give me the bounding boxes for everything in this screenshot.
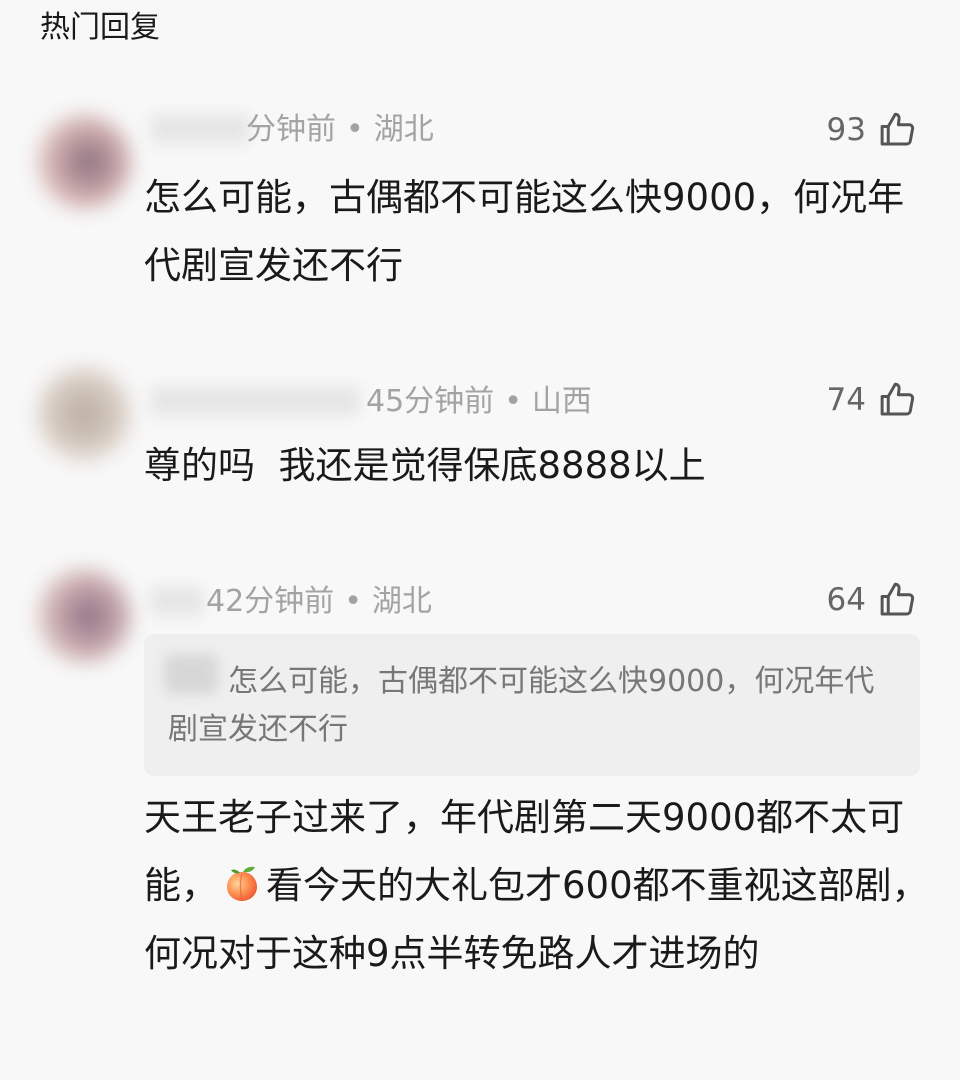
- like-count: 64: [826, 582, 866, 618]
- like-button[interactable]: 93: [827, 108, 918, 152]
- comment-text: 怎么可能，古偶都不可能这么快9000，何况年代剧宣发还不行: [144, 176, 905, 287]
- thumbs-up-icon[interactable]: [876, 379, 918, 421]
- meta-separator: •: [504, 384, 522, 419]
- comment-location: 山西: [531, 384, 592, 419]
- quoted-reply[interactable]: 怎么可能，古偶都不可能这么快9000，何况年代剧宣发还不行: [144, 634, 920, 776]
- comment-meta: 45分钟前 • 山西: [366, 382, 592, 422]
- thumbs-up-icon[interactable]: [876, 109, 918, 151]
- meta-separator: •: [344, 584, 362, 619]
- like-count: 93: [826, 112, 866, 148]
- like-button[interactable]: 74: [827, 378, 918, 422]
- comment-location: 湖北: [373, 112, 434, 147]
- thumbs-up-icon[interactable]: [876, 579, 918, 621]
- comment-text: 天王老子过来了，年代剧第二天9000都不太可能， 看今天的大礼包才600都不重视…: [144, 784, 934, 988]
- comment-time: 42分钟前: [206, 584, 335, 619]
- comment-location: 湖北: [371, 584, 432, 619]
- comment-time: 45分钟前: [366, 384, 495, 419]
- comment-item: 45分钟前 • 山西 74 尊的吗 我还是觉得保底8888以上: [0, 366, 960, 510]
- section-title: 热门回复: [40, 10, 160, 45]
- avatar[interactable]: [36, 366, 132, 462]
- comment-text: 尊的吗 我还是觉得保底8888以上: [144, 444, 706, 487]
- comment-item: 分钟前 • 湖北 93 怎么可能，古偶都不可能这么快9000，何况年代剧宣发还不行: [0, 100, 960, 320]
- like-button[interactable]: 64: [827, 578, 918, 622]
- username[interactable]: [150, 114, 250, 144]
- avatar[interactable]: [36, 114, 132, 210]
- peach-emoji: [222, 858, 262, 901]
- comment-item: 42分钟前 • 湖北 64 怎么可能，古偶都不可能这么快9000，何况年代剧宣发还不…: [0, 568, 960, 1072]
- avatar[interactable]: [36, 568, 132, 664]
- username[interactable]: [150, 386, 360, 416]
- quoted-text: 怎么可能，古偶都不可能这么快9000，何况年代剧宣发还不行: [168, 664, 875, 747]
- meta-separator: •: [346, 112, 364, 147]
- comment-meta: 分钟前 • 湖北: [246, 110, 434, 150]
- like-count: 74: [826, 382, 866, 418]
- comment-meta: 42分钟前 • 湖北: [206, 582, 432, 622]
- username[interactable]: [150, 586, 204, 616]
- comment-time: 分钟前: [246, 112, 336, 147]
